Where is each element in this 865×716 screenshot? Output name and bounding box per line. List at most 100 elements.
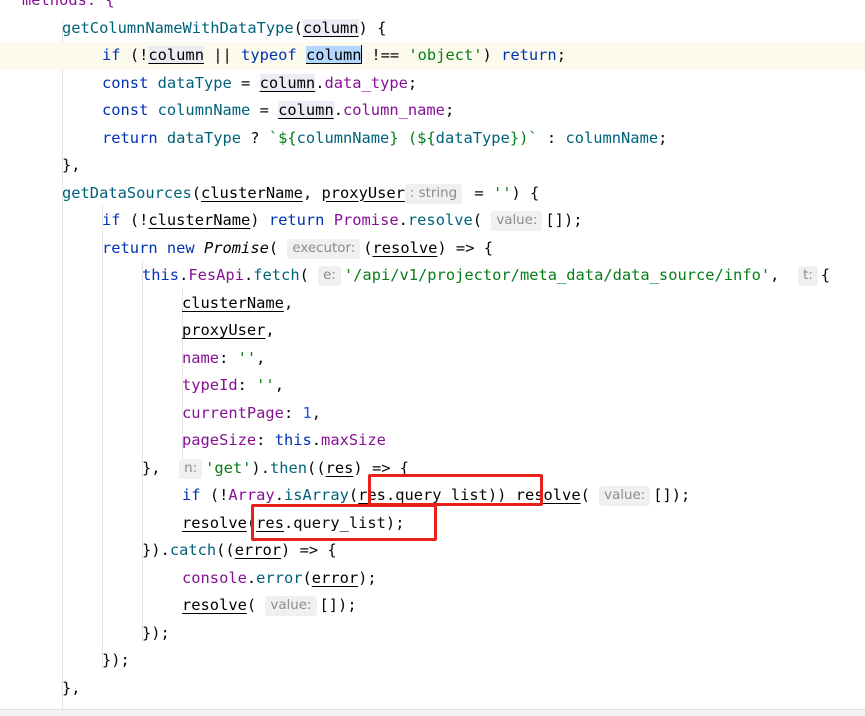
code-token: ( [302,568,312,587]
code-line[interactable]: currentPage: 1, [0,400,865,428]
horizontal-scrollbar[interactable] [0,709,865,716]
code-token: ( [299,266,319,284]
code-token: . [243,266,254,284]
code-line[interactable]: const dataType = column.data_type; [0,70,865,98]
code-token: this [274,431,312,449]
code-editor[interactable]: methods: { getColumnNameWithDataType(colu… [0,0,865,716]
code-token: columnName [157,101,251,119]
code-line[interactable]: const columnName = column.column_name; [0,97,865,125]
code-token: || [203,46,242,64]
code-token: dataType [166,128,242,147]
code-token: res [325,458,354,477]
code-token: getDataSources [62,183,192,202]
code-token: new [166,238,195,257]
code-token: error [234,541,282,559]
inlay-hint: value: [491,211,543,231]
code-token: fetch [253,266,300,284]
code-token: ? [241,128,269,147]
code-token: resolve [407,211,473,229]
code-line[interactable]: proxyUser, [0,317,865,345]
code-token: []); [545,211,583,229]
code-token: , [311,403,322,422]
code-token: . [333,101,343,119]
code-token: clusterName [182,293,284,312]
code-token: : [537,128,566,147]
code-line[interactable]: name: '', [0,345,865,373]
code-line[interactable]: }).catch((error) => { [0,537,865,565]
code-token: 1 [302,403,312,422]
code-token: ; [658,128,668,147]
inlay-hint: : string [404,183,463,204]
code-token: resolve [182,513,247,532]
code-token: . [398,211,408,229]
code-line[interactable]: getColumnNameWithDataType(column) { [0,15,865,43]
code-token: ) [250,211,269,229]
code-token: . [246,568,257,587]
code-token: clusterName [148,211,251,229]
code-token: methods: { [22,0,115,9]
code-line[interactable]: return new Promise( executor: (resolve) =… [0,235,865,263]
code-token: []); [319,596,357,614]
code-line[interactable]: }); [0,620,865,648]
code-token: typeId [182,376,238,394]
code-line[interactable]: typeId: '', [0,372,865,400]
code-line[interactable]: }, [0,675,865,703]
code-line[interactable]: this.FesApi.fetch( e: '/api/v1/projector/… [0,262,865,290]
code-token: : [283,403,303,422]
code-token: column [305,46,362,64]
inlay-hint: n: [179,458,203,479]
code-token: console [182,568,247,587]
highlight-box-resolve-arg [251,504,437,541]
code-token: proxyUser [321,183,405,202]
code-token: Array [228,486,275,504]
code-token: ( [293,18,303,37]
code-token: '' [237,348,257,367]
code-token: 'object' [408,46,483,64]
code-token: : [219,348,238,367]
code-token: ) [482,46,502,64]
code-token: ( [580,486,600,504]
code-line[interactable]: pageSize: this.maxSize [0,427,865,455]
code-token: ( [268,238,288,257]
code-token: Promise [333,211,399,229]
code-token: (! [120,46,149,64]
code-token: 'get' [205,458,252,477]
highlight-box-isarray-arg [368,474,543,506]
code-token: column_name [343,101,445,119]
code-token: , [274,376,284,394]
code-token: . [179,266,189,284]
code-line[interactable]: clusterName, [0,290,865,318]
code-token: { [820,266,830,284]
code-line[interactable]: }, [0,152,865,180]
code-line[interactable]: return dataType ? `${columnName} (${data… [0,125,865,153]
code-token: pageSize [182,431,257,449]
code-line[interactable]: if (!column || typeof column !== 'object… [0,42,865,70]
code-token: : [256,431,275,449]
code-token: '' [492,183,512,202]
code-token: }). [142,541,170,559]
code-token: } (${ [389,128,436,147]
inlay-hint: value: [599,486,651,506]
code-token: (! [120,211,149,229]
code-token: }, [142,458,180,477]
code-token: Promise [203,238,269,257]
code-token: ( [246,596,266,614]
code-token: []); [653,486,691,504]
code-token: this [142,266,180,284]
code-line[interactable]: methods: { [0,0,865,15]
inlay-hint: t: [797,266,818,286]
code-token: = [231,73,260,92]
code-token: error [256,568,303,587]
code-token: FesApi [188,266,244,284]
code-line[interactable]: console.error(error); [0,565,865,593]
code-line[interactable]: if (!clusterName) return Promise.resolve… [0,207,865,235]
code-line[interactable]: getDataSources(clusterName, proxyUser: s… [0,180,865,208]
code-token: ( [191,183,202,202]
code-line[interactable]: }); [0,647,865,675]
code-token: })` [509,128,538,147]
code-token: = [250,101,279,119]
code-line[interactable]: resolve( value: []); [0,592,865,620]
code-token: error [311,568,359,587]
